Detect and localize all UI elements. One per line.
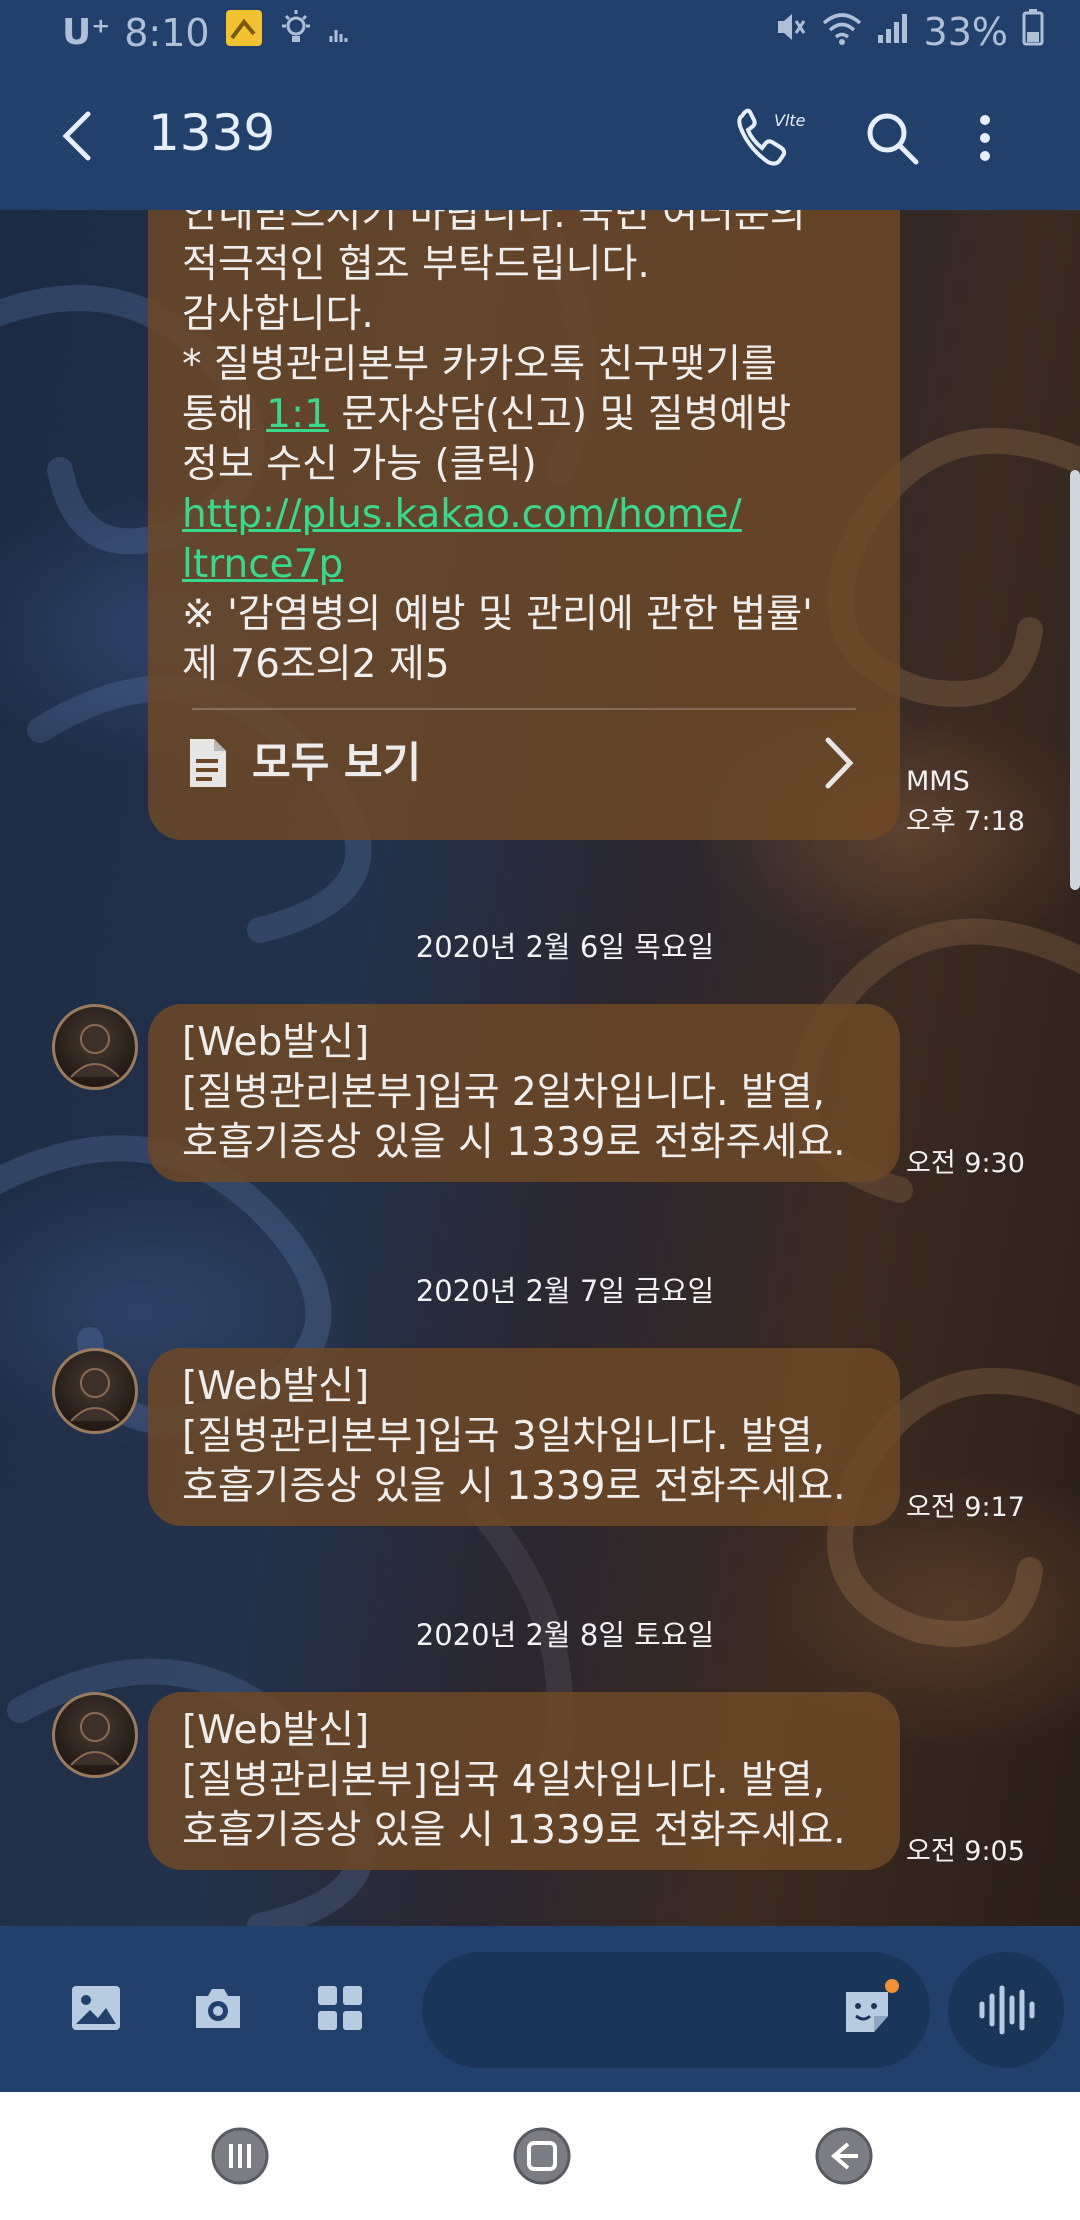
voice-input-icon[interactable] — [948, 1952, 1064, 2068]
sender-avatar[interactable] — [52, 1004, 138, 1090]
home-icon[interactable] — [512, 2126, 572, 2186]
gallery-icon[interactable] — [66, 1978, 126, 2038]
conversation-area[interactable]: 안내받으시기 바랍니다. 국민 여러분의 적극적인 협조 부탁드립니다. 감사합… — [0, 210, 1080, 1926]
chat-link[interactable]: 1:1 — [266, 392, 329, 437]
battery-percent: 33% — [923, 9, 1008, 54]
message-time: 오전 9:05 — [906, 1836, 1025, 1867]
message-line: 제 76조의2 제5 — [182, 642, 450, 687]
carrier-label: U⁺ — [62, 12, 111, 53]
back-arrow-icon[interactable] — [50, 106, 110, 166]
message-line: 적극적인 협조 부탁드립니다. — [182, 242, 650, 287]
signal-strength-small-icon — [328, 11, 350, 55]
date-separator: 2020년 2월 7일 금요일 — [415, 1274, 715, 1308]
view-all-label: 모두 보기 — [252, 738, 422, 787]
message-line: [Web발신] — [182, 1364, 370, 1409]
message-line: 호흡기증상 있을 시 1339로 전화주세요. — [182, 1808, 846, 1853]
sticker-icon[interactable] — [836, 1978, 906, 2048]
message-bubble[interactable]: [Web발신] [질병관리본부]입국 2일차입니다. 발열, 호흡기증상 있을 … — [148, 1004, 900, 1182]
camera-icon[interactable] — [188, 1978, 248, 2038]
message-line: [Web발신] — [182, 1020, 370, 1065]
vlte-call-icon[interactable]: Vlte — [730, 104, 810, 174]
message-time: 오전 9:30 — [906, 1148, 1025, 1179]
more-vert-icon[interactable] — [970, 108, 1000, 168]
chevron-right-icon[interactable] — [820, 728, 860, 798]
bubble-divider — [192, 708, 856, 710]
message-text: 문자상담(신고) 및 질병예방 — [328, 392, 792, 437]
message-line: 통해 1:1 문자상담(신고) 및 질병예방 — [182, 390, 866, 440]
brightness-icon — [278, 8, 314, 57]
message-line: ※ '감염병의 예방 및 관리에 관한 법률' — [182, 592, 813, 637]
url-link[interactable]: http://plus.kakao.com/home/ — [182, 490, 866, 540]
view-all-button[interactable]: 모두 보기 — [186, 728, 421, 798]
cellular-signal-icon — [876, 10, 910, 54]
mms-message-bubble[interactable]: 안내받으시기 바랍니다. 국민 여러분의 적극적인 협조 부탁드립니다. 감사합… — [148, 210, 900, 840]
message-line: 호흡기증상 있을 시 1339로 전화주세요. — [182, 1120, 846, 1165]
recent-apps-icon[interactable] — [210, 2126, 270, 2186]
wifi-icon — [822, 10, 862, 54]
message-meta: MMS 오후 7:18 — [906, 762, 1025, 842]
sender-avatar[interactable] — [52, 1692, 138, 1778]
navigation-bar — [0, 2092, 1080, 2220]
message-time: 오전 9:17 — [906, 1492, 1025, 1523]
back-icon[interactable] — [814, 2126, 874, 2186]
search-icon[interactable] — [862, 108, 922, 168]
message-line: [질병관리본부]입국 3일차입니다. 발열, — [182, 1414, 826, 1459]
message-composer — [0, 1926, 1080, 2092]
apps-grid-icon[interactable] — [310, 1978, 370, 2038]
status-bar: U⁺ 8:10 33% — [0, 0, 1080, 64]
message-bubble[interactable]: [Web발신] [질병관리본부]입국 3일차입니다. 발열, 호흡기증상 있을 … — [148, 1348, 900, 1526]
date-separator: 2020년 2월 6일 목요일 — [415, 930, 715, 964]
scrollbar-thumb[interactable] — [1070, 470, 1080, 890]
message-line: 감사합니다. — [182, 292, 374, 337]
message-line: [질병관리본부]입국 4일차입니다. 발열, — [182, 1758, 826, 1803]
battery-icon — [1022, 8, 1044, 55]
app-bar: 1339 Vlte — [0, 64, 1080, 210]
message-line: [질병관리본부]입국 2일차입니다. 발열, — [182, 1070, 826, 1115]
date-separator: 2020년 2월 8일 토요일 — [415, 1618, 715, 1652]
message-text: 통해 — [182, 392, 267, 437]
conversation-title: 1339 — [148, 104, 276, 162]
message-line: 안내받으시기 바랍니다. 국민 여러분의 — [182, 210, 806, 237]
message-time: 오후 7:18 — [906, 806, 1025, 837]
message-line: [Web발신] — [182, 1708, 370, 1753]
message-line: 호흡기증상 있을 시 1339로 전화주세요. — [182, 1464, 846, 1509]
url-link-continued[interactable]: ltrnce7p — [182, 540, 866, 590]
mute-icon — [772, 9, 808, 54]
svg-text:Vlte: Vlte — [774, 111, 806, 130]
sender-avatar[interactable] — [52, 1348, 138, 1434]
message-bubble[interactable]: [Web발신] [질병관리본부]입국 4일차입니다. 발열, 호흡기증상 있을 … — [148, 1692, 900, 1870]
document-icon — [190, 739, 226, 787]
message-type-label: MMS — [906, 766, 970, 797]
message-line: 정보 수신 가능 (클릭) — [182, 442, 537, 487]
clock: 8:10 — [124, 10, 210, 55]
message-line: * 질병관리본부 카카오톡 친구맺기를 — [182, 342, 777, 387]
notification-app-icon — [224, 8, 264, 57]
message-input[interactable] — [422, 1952, 930, 2068]
